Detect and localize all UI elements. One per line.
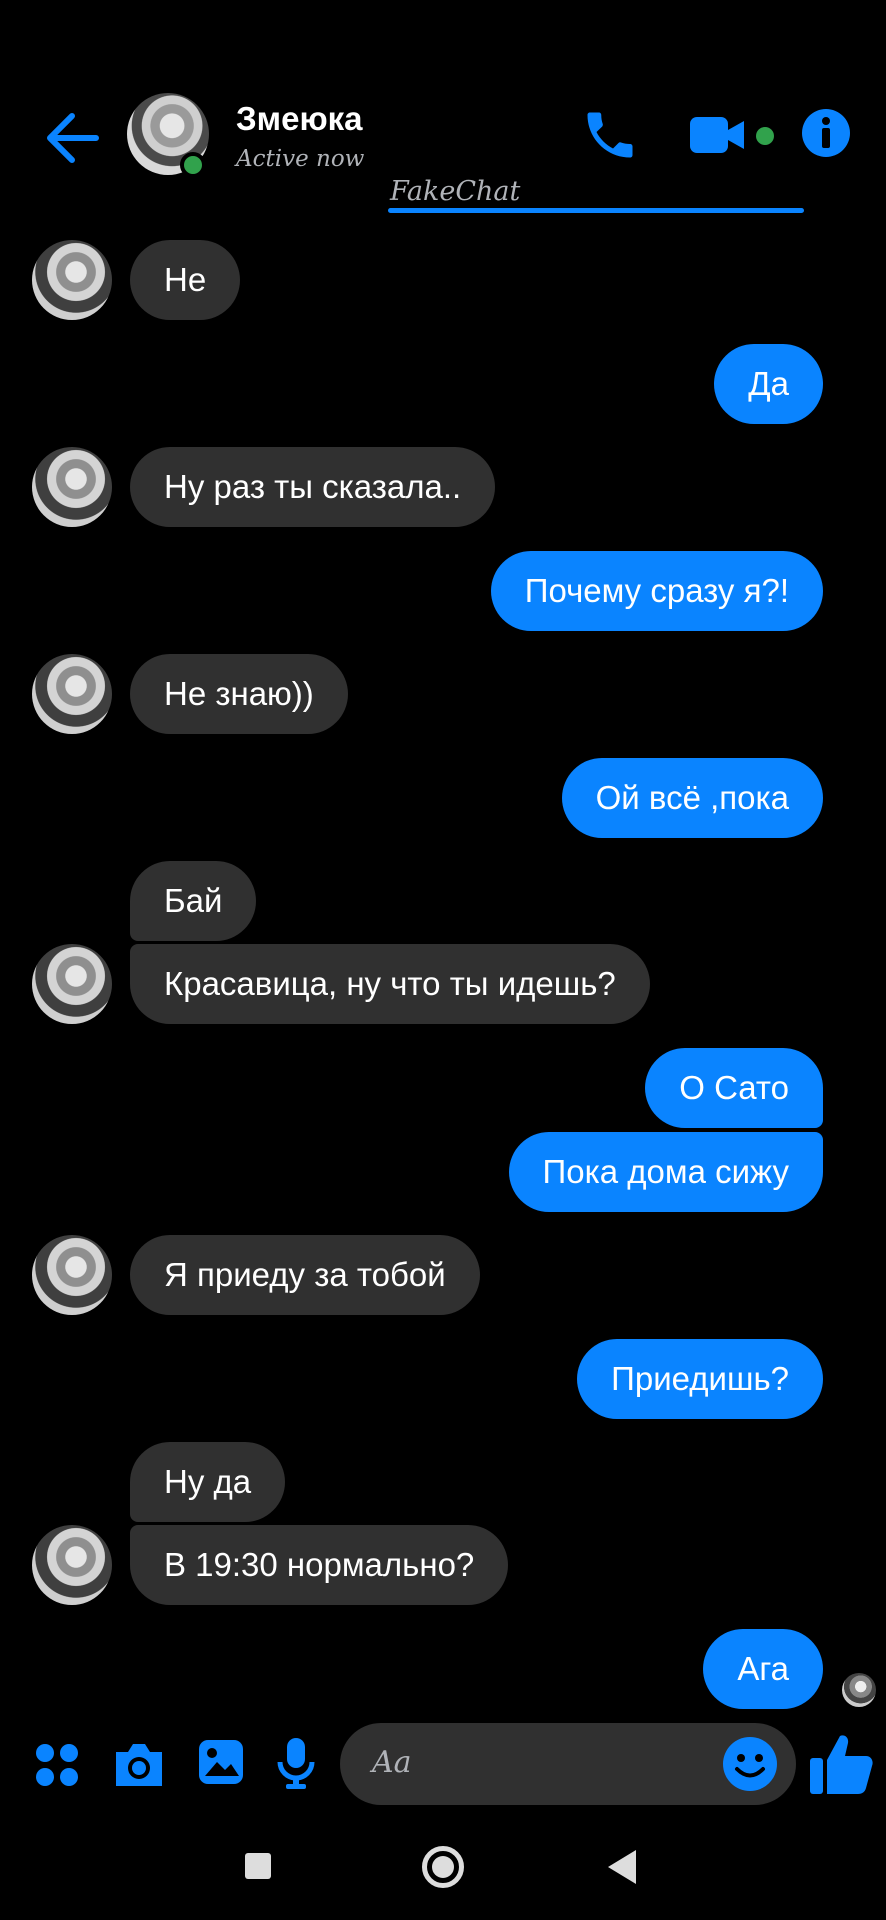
emoji-button[interactable]	[722, 1736, 778, 1797]
thumbs-up-icon	[810, 1735, 873, 1794]
apps-icon	[36, 1744, 78, 1786]
contact-avatar-small[interactable]	[32, 240, 112, 320]
back-button[interactable]	[42, 108, 102, 168]
back-arrow-icon	[47, 113, 99, 163]
camera-icon	[116, 1744, 162, 1786]
seen-avatar	[842, 1673, 876, 1707]
incoming-message[interactable]: Я приеду за тобой	[130, 1235, 480, 1315]
incoming-message[interactable]: В 19:30 нормально?	[130, 1525, 509, 1605]
outgoing-message[interactable]: Ой всё ,пока	[561, 758, 823, 838]
outgoing-message[interactable]: Да	[714, 344, 823, 424]
gallery-button[interactable]	[197, 1738, 245, 1791]
info-button[interactable]	[801, 108, 851, 163]
video-online-dot	[756, 127, 774, 145]
call-button[interactable]	[580, 105, 640, 170]
recent-apps-button[interactable]	[245, 1853, 271, 1879]
system-back-button[interactable]	[608, 1850, 636, 1884]
incoming-message[interactable]: Ну да	[130, 1442, 286, 1522]
outgoing-message[interactable]: Почему сразу я?!	[490, 551, 823, 631]
like-button[interactable]	[806, 1728, 876, 1803]
active-status: Active now	[236, 146, 365, 172]
voice-button[interactable]	[276, 1736, 316, 1795]
apps-button[interactable]	[34, 1742, 80, 1793]
outgoing-message[interactable]: Пока дома сижу	[508, 1132, 823, 1212]
watermark-underline	[388, 208, 804, 213]
contact-avatar-small[interactable]	[32, 1525, 112, 1605]
gallery-icon	[199, 1740, 243, 1784]
emoji-icon	[723, 1737, 777, 1791]
video-icon	[690, 117, 744, 153]
online-status-dot	[180, 152, 206, 178]
incoming-message[interactable]: Не знаю))	[130, 654, 348, 734]
info-icon	[802, 109, 850, 157]
outgoing-message[interactable]: Ага	[703, 1629, 823, 1709]
contact-avatar-small[interactable]	[32, 1235, 112, 1315]
phone-icon	[587, 112, 633, 158]
outgoing-message[interactable]: О Сато	[645, 1048, 823, 1128]
video-call-button[interactable]	[688, 113, 748, 162]
outgoing-message[interactable]: Приедишь?	[577, 1339, 823, 1419]
microphone-icon	[277, 1738, 315, 1789]
contact-avatar-small[interactable]	[32, 944, 112, 1024]
incoming-message[interactable]: Ну раз ты сказала..	[130, 447, 496, 527]
incoming-message[interactable]: Не	[130, 240, 241, 320]
contact-name[interactable]: Змеюка	[236, 100, 363, 138]
incoming-message[interactable]: Бай	[130, 861, 257, 941]
contact-avatar-small[interactable]	[32, 654, 112, 734]
watermark-text: FakeChat	[390, 176, 521, 207]
incoming-message[interactable]: Красавица, ну что ты идешь?	[130, 944, 650, 1024]
contact-avatar-small[interactable]	[32, 447, 112, 527]
camera-button[interactable]	[112, 1740, 166, 1793]
message-input-placeholder: Aa	[372, 1745, 412, 1780]
home-button-inner	[432, 1856, 454, 1878]
